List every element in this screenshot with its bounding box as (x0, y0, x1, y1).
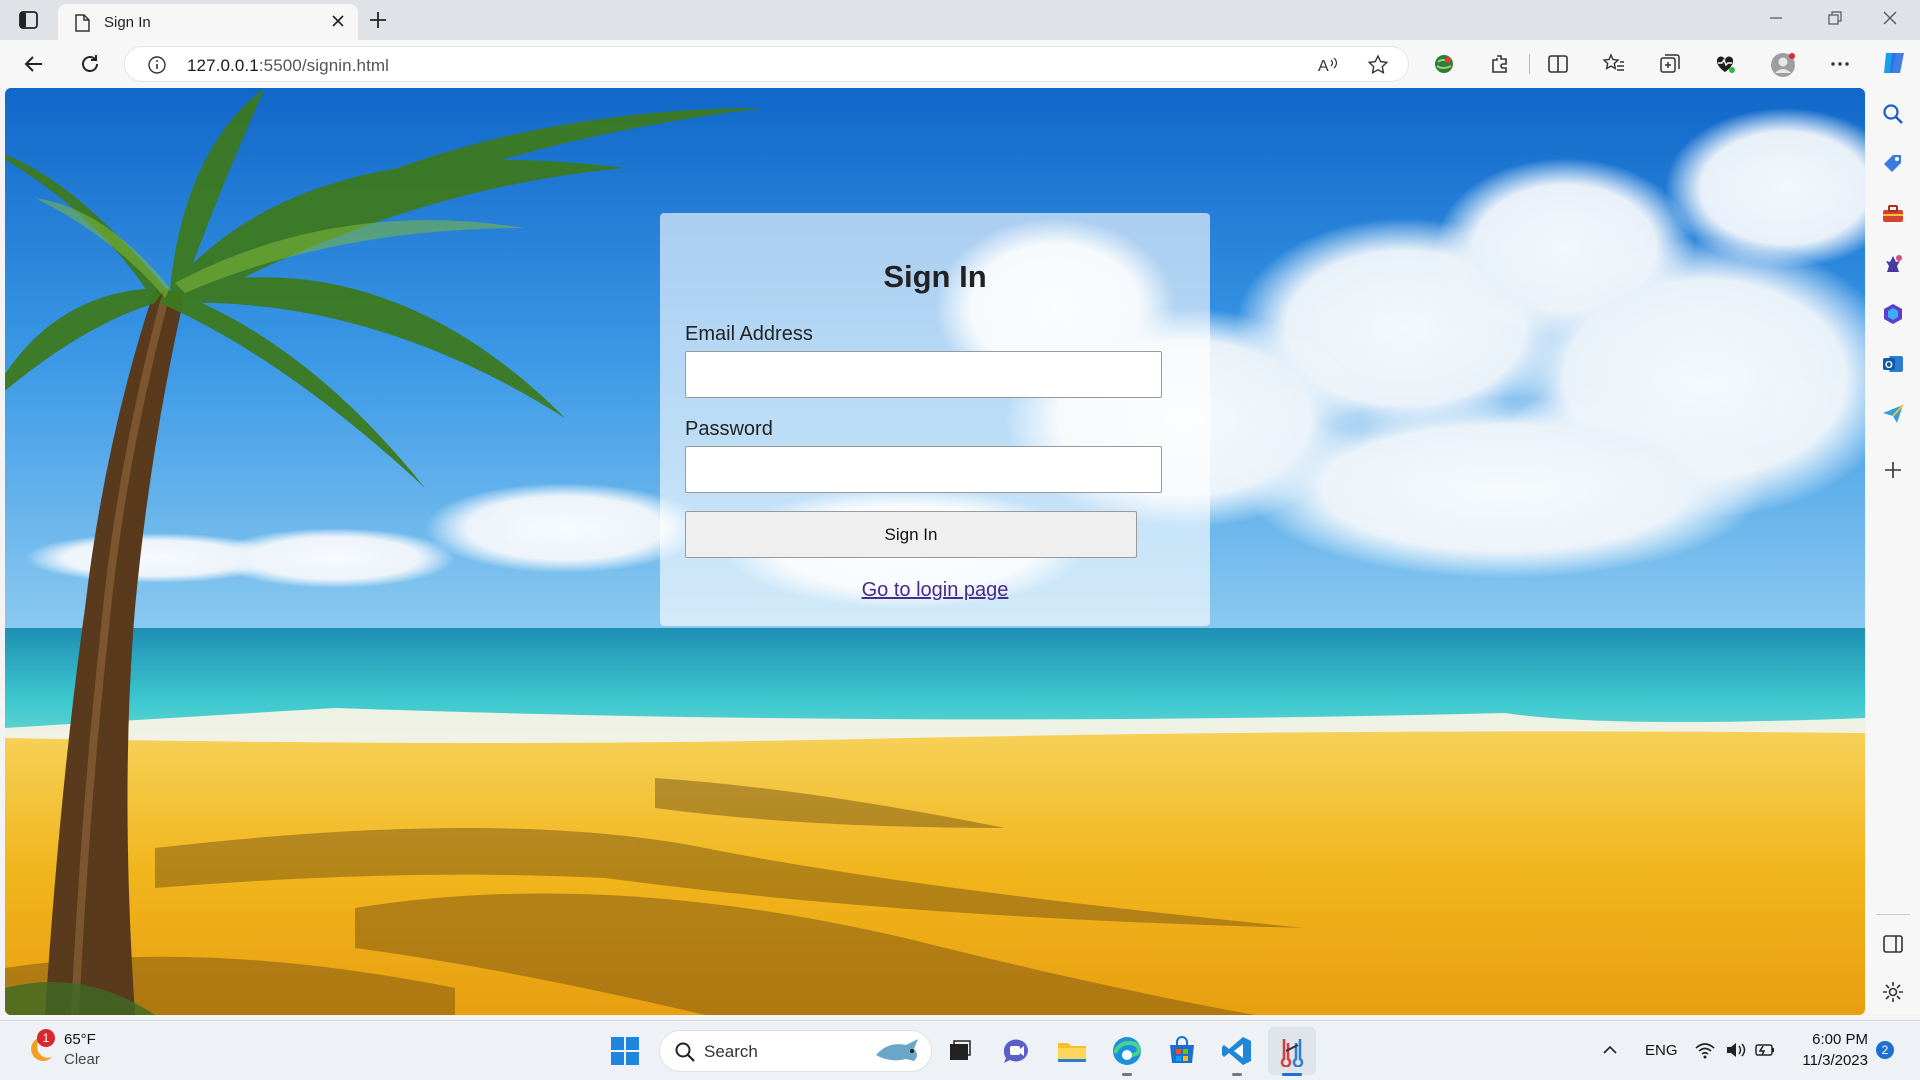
sidebar-tools-icon[interactable] (1881, 202, 1905, 226)
vscode-icon[interactable] (1221, 1035, 1253, 1076)
file-explorer-icon[interactable] (1056, 1035, 1088, 1067)
weather-condition: Clear (64, 1051, 100, 1068)
more-options-icon[interactable] (1828, 52, 1852, 81)
refresh-icon[interactable] (78, 52, 102, 81)
tab-title: Sign In (104, 14, 151, 31)
favorite-star-icon[interactable] (1367, 54, 1389, 81)
svg-text:O: O (1885, 360, 1893, 371)
toolbar-divider (1529, 54, 1530, 74)
weather-temp: 65°F (64, 1031, 96, 1048)
edge-sidebar: O (1866, 88, 1920, 1015)
password-field[interactable] (685, 446, 1162, 493)
volume-icon[interactable] (1724, 1039, 1746, 1066)
wifi-icon[interactable] (1694, 1039, 1716, 1066)
taskbar-search[interactable]: Search (659, 1030, 932, 1072)
search-icon (674, 1041, 696, 1068)
weather-badge: 1 (37, 1029, 55, 1047)
extensions-icon[interactable] (1488, 52, 1512, 81)
teams-chat-icon[interactable] (1000, 1035, 1032, 1067)
new-tab-icon[interactable] (368, 10, 388, 35)
url-text[interactable]: 127.0.0.1:5500/signin.html (187, 56, 389, 76)
start-menu-icon[interactable] (609, 1035, 641, 1067)
back-icon[interactable] (22, 52, 46, 81)
restore-icon[interactable] (1824, 8, 1844, 33)
profile-avatar[interactable] (1770, 52, 1796, 83)
url-path: :5500/signin.html (258, 56, 390, 75)
battery-icon[interactable] (1754, 1039, 1776, 1066)
address-bar[interactable]: 127.0.0.1:5500/signin.html A (124, 46, 1409, 82)
go-to-login-link[interactable]: Go to login page (660, 579, 1210, 602)
taskbar-search-placeholder: Search (704, 1042, 758, 1061)
show-hidden-icons[interactable] (1600, 1040, 1620, 1065)
signin-heading: Sign In (883, 259, 987, 294)
split-screen-icon[interactable] (1546, 52, 1570, 81)
email-label: Email Address (685, 323, 813, 345)
signin-card: Sign In Email Address Password Sign In G… (660, 213, 1210, 626)
sidebar-microsoft365-icon[interactable] (1881, 302, 1905, 326)
page-viewport: Sign In Email Address Password Sign In G… (5, 88, 1865, 1015)
input-language[interactable]: ENG (1645, 1042, 1678, 1059)
read-aloud-icon[interactable]: A (1317, 54, 1339, 81)
url-host: 127.0.0.1 (187, 56, 259, 75)
task-view-icon[interactable] (944, 1035, 976, 1067)
extension-globe-icon[interactable] (1432, 52, 1456, 81)
navigation-bar: 127.0.0.1:5500/signin.html A (0, 40, 1920, 88)
snipping-tool-icon[interactable] (1276, 1035, 1308, 1076)
sidebar-divider (1876, 914, 1910, 915)
sidebar-games-icon[interactable] (1881, 252, 1905, 276)
signin-submit-button[interactable]: Sign In (685, 511, 1137, 558)
tab-bar: Sign In (0, 0, 1920, 40)
sidebar-send-icon[interactable] (1881, 402, 1905, 426)
close-window-icon[interactable] (1880, 8, 1900, 33)
copilot-icon[interactable] (1880, 49, 1908, 82)
tab-actions-icon[interactable] (18, 10, 40, 30)
edge-browser-icon[interactable] (1111, 1035, 1143, 1076)
email-field[interactable] (685, 351, 1162, 398)
sidebar-collapse-icon[interactable] (1881, 932, 1905, 956)
microsoft-store-icon[interactable] (1166, 1035, 1198, 1067)
collections-icon[interactable] (1658, 52, 1682, 81)
sidebar-shopping-icon[interactable] (1881, 152, 1905, 176)
sidebar-settings-icon[interactable] (1881, 980, 1905, 1004)
sidebar-search-icon[interactable] (1881, 102, 1905, 126)
page-icon (74, 14, 90, 37)
sidebar-outlook-icon[interactable]: O (1881, 352, 1905, 376)
clock-date[interactable]: 11/3/2023 (1795, 1052, 1868, 1069)
sidebar-add-icon[interactable] (1881, 458, 1905, 482)
site-info-icon[interactable] (147, 55, 167, 80)
close-tab-icon[interactable] (330, 13, 346, 34)
windows-taskbar: 1 65°F Clear Search ENG 6:00 PM 11/3/202… (0, 1020, 1920, 1080)
search-highlight-icon (872, 1037, 926, 1072)
minimize-icon[interactable] (1766, 8, 1786, 33)
health-extension-icon[interactable] (1713, 52, 1737, 81)
favorites-icon[interactable] (1602, 52, 1626, 81)
password-label: Password (685, 418, 773, 440)
clock-time[interactable]: 6:00 PM (1808, 1031, 1868, 1048)
tab-active[interactable]: Sign In (58, 4, 358, 40)
notification-badge[interactable]: 2 (1876, 1041, 1894, 1059)
svg-text:A: A (1318, 58, 1329, 75)
